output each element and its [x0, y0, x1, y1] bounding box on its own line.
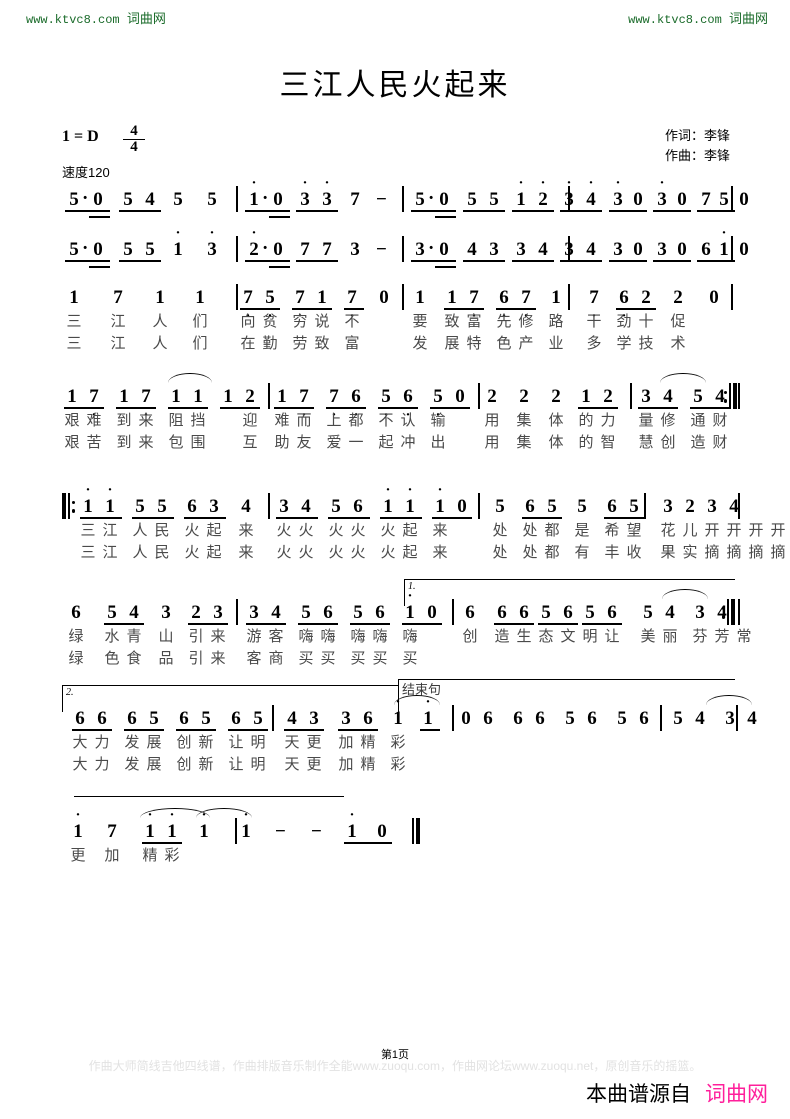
final-phrase-bracket — [74, 796, 344, 797]
slur-arc — [168, 373, 212, 383]
volta-bracket-2: 2. — [62, 685, 399, 712]
repeat-end-sign — [724, 383, 737, 409]
slur-arc — [196, 808, 252, 818]
source-prefix: 本曲谱源自 — [586, 1083, 691, 1106]
final-barline — [412, 818, 421, 844]
slur-arc — [706, 695, 752, 705]
slur-arc — [660, 373, 706, 383]
score-decorations: 1. 2. 结束句 — [0, 0, 790, 1119]
repeat-start-sign — [62, 493, 76, 519]
sheet-music-page: www.ktvc8.com 词曲网 www.ktvc8.com 词曲网 三江人民… — [0, 0, 790, 1119]
barline — [736, 705, 738, 731]
volta-label: 1. — [408, 581, 416, 592]
source-attribution: 本曲谱源自 词曲网 — [586, 1078, 768, 1108]
repeat-end-sign — [722, 599, 735, 625]
volta-label: 2. — [66, 687, 74, 698]
barline — [738, 493, 740, 519]
source-site: 词曲网 — [705, 1083, 768, 1106]
promo-text: 作曲大师简线吉他四线谱，作曲排版音乐制作全能www.zuoqu.com，作曲网论… — [88, 1059, 702, 1073]
ending-phrase-bracket: 结束句 — [398, 679, 735, 712]
